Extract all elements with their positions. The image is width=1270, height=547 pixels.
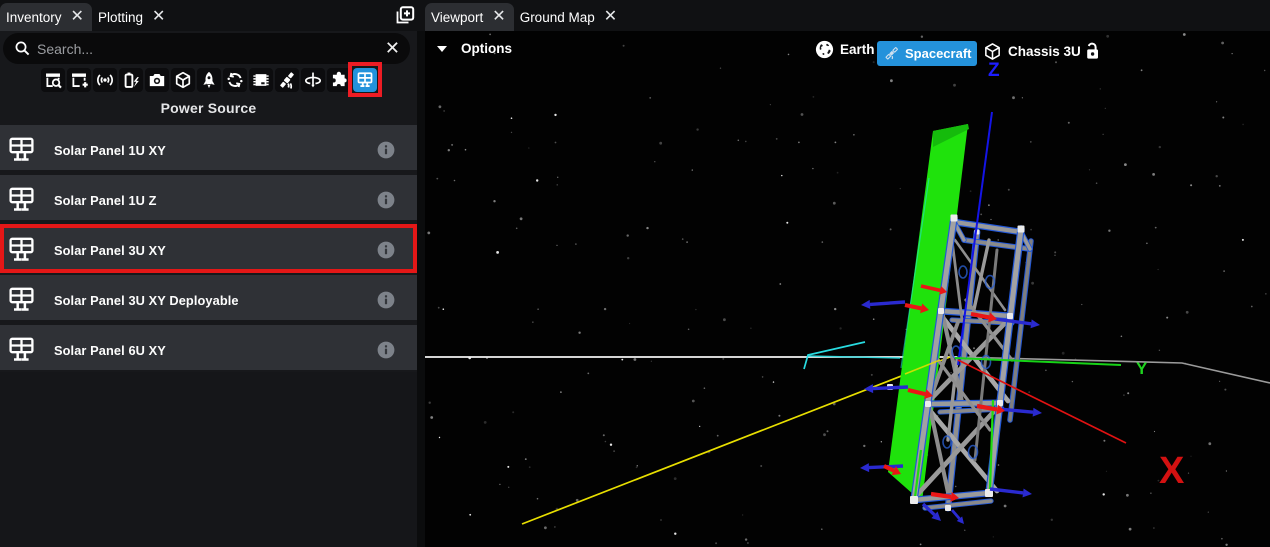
svg-text:Y: Y bbox=[1136, 359, 1148, 378]
svg-text:Z: Z bbox=[988, 60, 1000, 81]
svg-text:X: X bbox=[1159, 450, 1185, 492]
